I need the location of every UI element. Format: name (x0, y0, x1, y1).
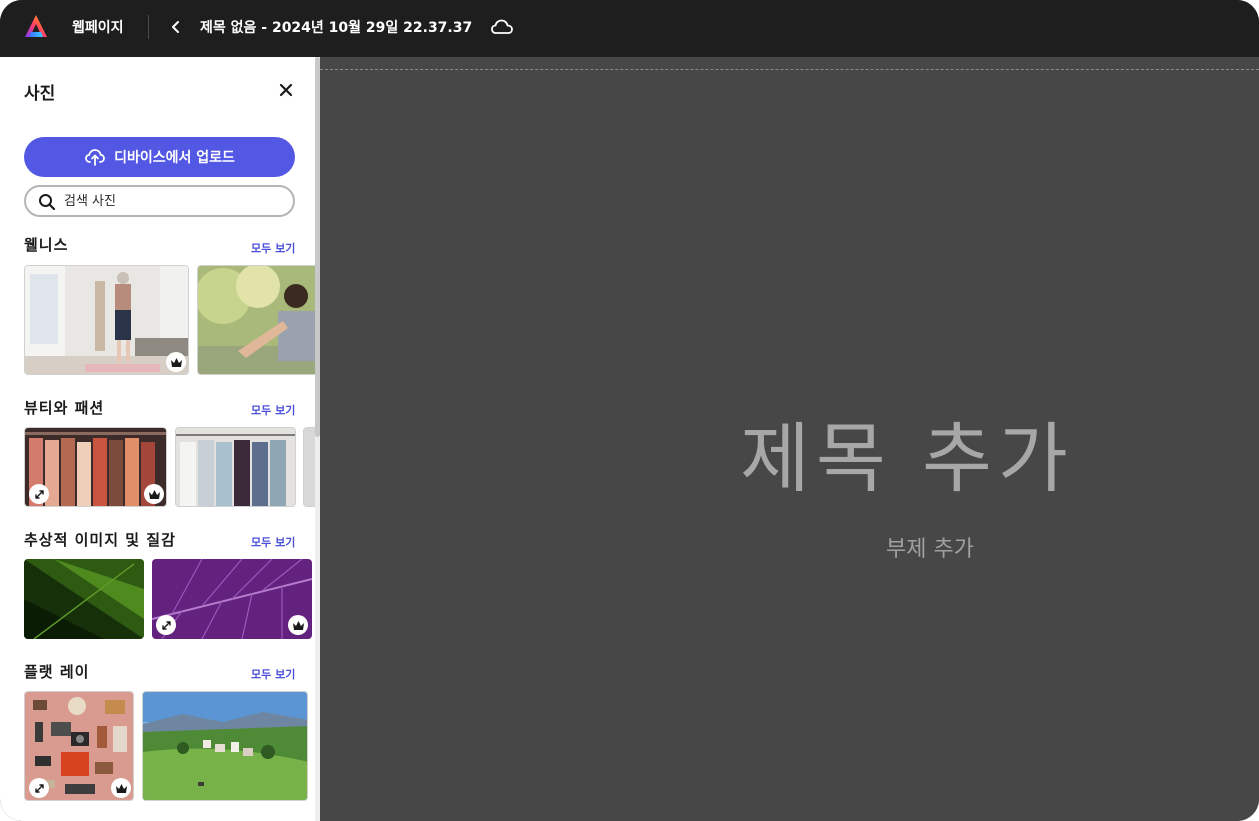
section-title-abstract-textures: 추상적 이미지 및 질감 (24, 531, 176, 549)
slide-subtitle-placeholder[interactable]: 부제 추가 (886, 531, 974, 563)
upload-cloud-icon (85, 149, 105, 166)
view-all-abstract-link[interactable]: 모두 보기 (251, 534, 295, 550)
photo-thumbnail[interactable] (24, 427, 167, 507)
view-all-beauty-fashion-link[interactable]: 모두 보기 (251, 402, 295, 418)
close-icon[interactable] (275, 79, 297, 101)
expand-icon (29, 778, 49, 798)
upload-button-label: 디바이스에서 업로드 (114, 150, 235, 166)
adobe-express-logo[interactable] (23, 13, 49, 39)
editor-canvas[interactable]: 제목 추가 부제 추가 (320, 57, 1259, 821)
photo-thumbnail[interactable] (24, 265, 189, 375)
section-title-flat-lay: 플랫 레이 (24, 663, 90, 681)
fashion-photo-2 (176, 428, 295, 506)
wellness-photo-1 (25, 266, 188, 374)
premium-crown-icon (166, 352, 186, 372)
view-all-wellness-link[interactable]: 모두 보기 (251, 240, 295, 256)
photos-panel: 사진 디바이스에서 업로드 웰니스 모두 보기 (0, 57, 320, 821)
photo-thumbnail[interactable] (24, 691, 134, 801)
app-window: 웹페이지 제목 없음 - 2024년 10월 29일 22.37.37 사진 디… (0, 0, 1259, 821)
photo-thumbnail[interactable] (24, 559, 144, 639)
photo-thumbnail[interactable] (197, 265, 320, 375)
document-title[interactable]: 제목 없음 - 2024년 10월 29일 22.37.37 (200, 17, 472, 37)
expand-icon (156, 615, 176, 635)
view-all-flat-lay-link[interactable]: 모두 보기 (251, 666, 295, 682)
panel-title: 사진 (24, 84, 56, 104)
flat-lay-photo-2-landscape (143, 692, 307, 800)
search-icon (39, 194, 56, 211)
topbar-divider (148, 15, 149, 39)
photo-thumbnail[interactable] (175, 427, 296, 507)
abstract-photo-leaf-green (24, 559, 144, 639)
top-bar: 웹페이지 제목 없음 - 2024년 10월 29일 22.37.37 (0, 0, 1259, 57)
premium-crown-icon (288, 615, 308, 635)
wellness-photo-2 (198, 266, 320, 374)
expand-icon (29, 484, 49, 504)
cloud-icon[interactable] (490, 16, 514, 38)
back-chevron-icon[interactable] (166, 17, 186, 37)
search-input[interactable] (64, 191, 284, 211)
premium-crown-icon (144, 484, 164, 504)
section-title-wellness: 웰니스 (24, 236, 69, 254)
premium-crown-icon (111, 778, 131, 798)
photo-thumbnail[interactable] (142, 691, 308, 801)
upload-from-device-button[interactable]: 디바이스에서 업로드 (24, 137, 295, 177)
section-title-beauty-fashion: 뷰티와 패션 (24, 399, 105, 417)
slide-title-placeholder[interactable]: 제목 추가 (740, 397, 1074, 507)
app-name[interactable]: 웹페이지 (72, 17, 124, 37)
canvas-guide-line (320, 69, 1259, 70)
photo-thumbnail[interactable] (152, 559, 312, 639)
photo-search[interactable] (24, 185, 295, 217)
